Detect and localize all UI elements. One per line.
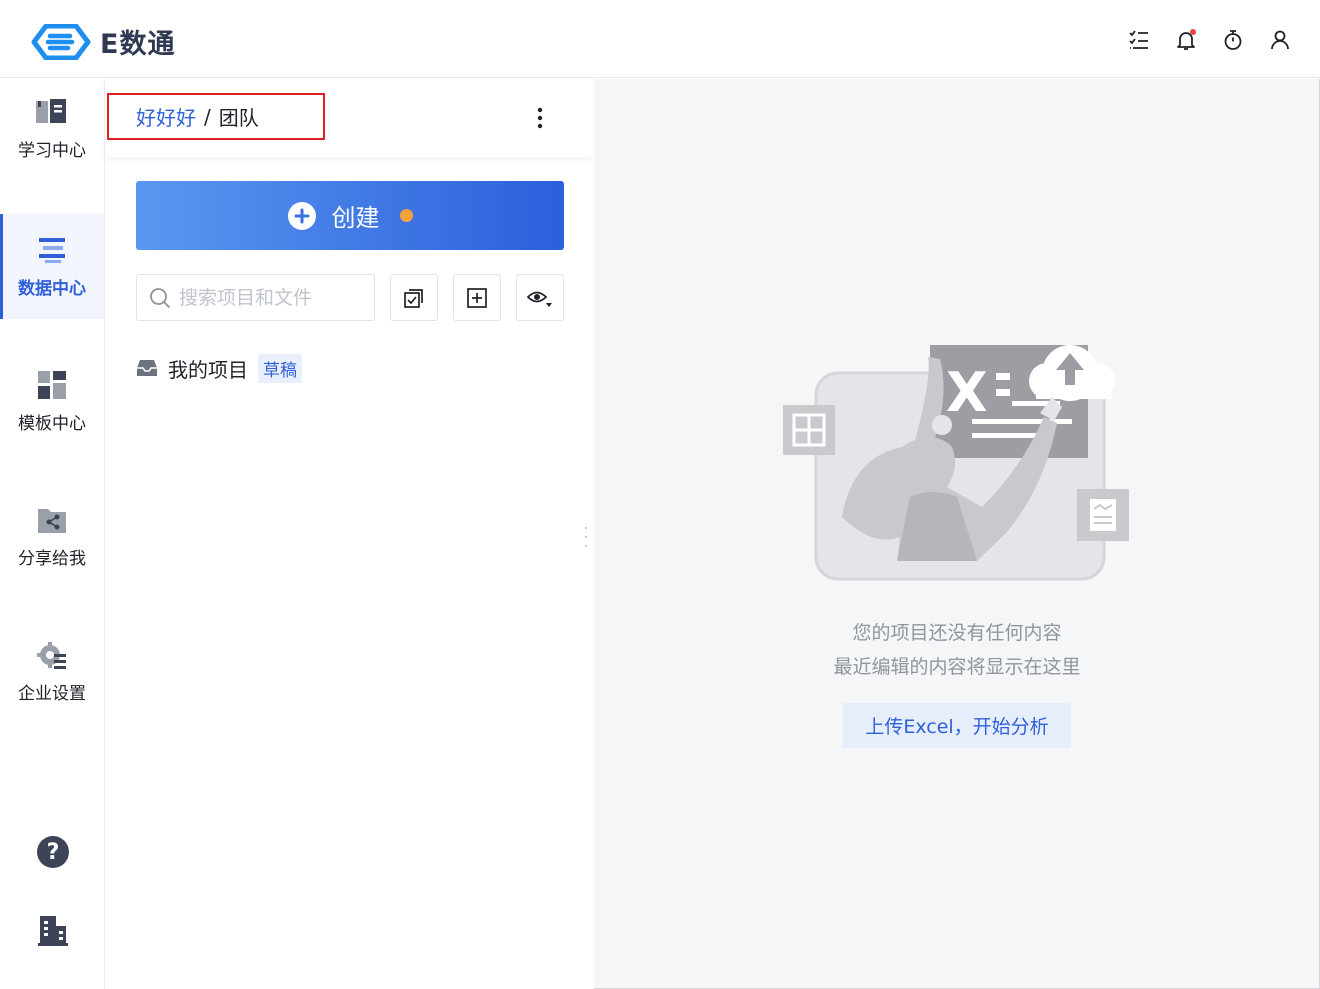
top-header: E数通 [0, 0, 1320, 78]
app-name: E数通 [100, 29, 176, 60]
search-box [136, 274, 375, 321]
nav-label: 企业设置 [18, 684, 86, 704]
shared-folder-icon [36, 504, 68, 536]
nav-learning-center[interactable]: 学习中心 [0, 76, 104, 181]
batch-select-icon [404, 288, 423, 308]
svg-text:X: X [946, 361, 988, 424]
draft-badge: 草稿 [258, 353, 302, 383]
left-nav-rail: 学习中心 数据中心 模板中心 分享给我 企业设置 ? [0, 79, 105, 989]
empty-state-subtitle: 最近编辑的内容将显示在这里 [833, 656, 1081, 678]
nav-data-center[interactable]: 数据中心 [0, 214, 104, 319]
nav-label: 分享给我 [18, 549, 86, 569]
view-options-button[interactable] [516, 274, 564, 321]
breadcrumb-current: 团队 [218, 106, 259, 130]
nav-shared-with-me[interactable]: 分享给我 [0, 484, 104, 589]
nav-label: 数据中心 [18, 279, 86, 299]
empty-state-title: 您的项目还没有任何内容 [852, 622, 1062, 644]
create-indicator-dot [399, 209, 413, 222]
panel-resize-handle[interactable] [583, 527, 589, 547]
empty-state-illustration: X [783, 345, 1129, 581]
more-options-button[interactable] [529, 103, 551, 133]
book-icon [36, 96, 68, 128]
panel-header: 好好好 / 团队 [105, 79, 594, 157]
inbox-icon [137, 360, 157, 376]
search-icon [150, 287, 170, 308]
enterprise-settings-icon [36, 639, 68, 671]
data-list-icon [36, 234, 68, 266]
template-grid-icon [36, 369, 68, 401]
my-projects-item[interactable]: 我的项目 草稿 [136, 351, 302, 385]
breadcrumb: 好好好 / 团队 [107, 93, 325, 140]
add-folder-icon [467, 287, 487, 308]
timer-icon[interactable] [1221, 26, 1245, 54]
view-eye-icon [526, 291, 552, 307]
nav-template-center[interactable]: 模板中心 [0, 349, 104, 454]
user-icon[interactable] [1268, 26, 1292, 54]
nav-label: 学习中心 [18, 141, 86, 161]
project-panel: 好好好 / 团队 创建 我的项目 草稿 [105, 79, 594, 989]
batch-select-button[interactable] [390, 274, 438, 321]
breadcrumb-parent-link[interactable]: 好好好 [136, 102, 196, 131]
nav-label: 模板中心 [18, 414, 86, 434]
my-projects-label: 我的项目 [168, 357, 248, 382]
svg-text:?: ? [47, 840, 60, 865]
add-item-button[interactable] [453, 274, 501, 321]
app-logo[interactable]: E数通 [30, 22, 175, 61]
breadcrumb-separator: / [204, 104, 211, 129]
nav-enterprise-settings[interactable]: 企业设置 [0, 619, 104, 724]
task-list-icon[interactable] [1127, 26, 1151, 54]
building-icon[interactable] [36, 913, 70, 947]
create-button[interactable]: 创建 [136, 181, 564, 250]
main-content: X 您的项目还没有任何内容 最近编辑的内容将显示在这里 上传Excel，开始分析 [585, 79, 1320, 989]
help-icon[interactable]: ? [36, 835, 70, 869]
plus-circle-icon [287, 201, 316, 230]
more-vertical-icon [537, 107, 543, 129]
notification-dot [1190, 29, 1196, 35]
upload-excel-button[interactable]: 上传Excel，开始分析 [843, 703, 1071, 748]
create-button-label: 创建 [331, 204, 380, 232]
logo-mark-icon [31, 23, 91, 60]
notification-bell-icon[interactable] [1174, 26, 1198, 54]
search-input[interactable] [179, 286, 359, 309]
